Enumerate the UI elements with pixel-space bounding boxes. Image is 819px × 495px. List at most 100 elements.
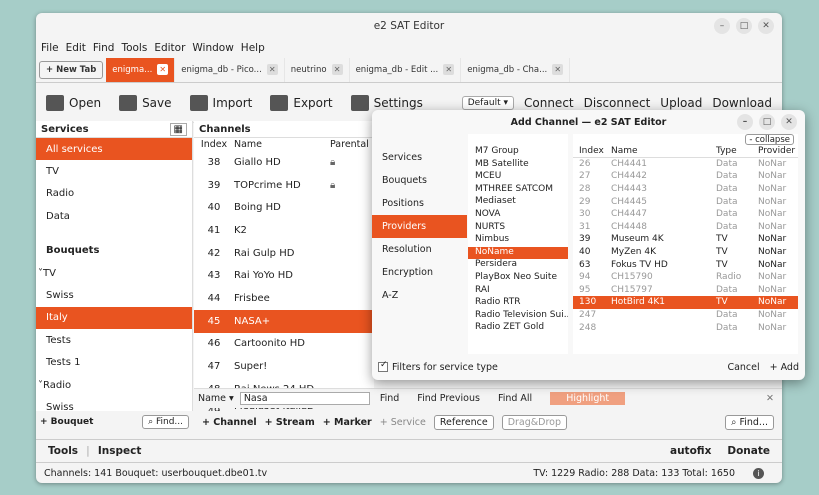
dialog-nav-item[interactable]: Encryption [372, 261, 467, 284]
dialog-channel-row[interactable]: 28 CH4443 Data NoNar [573, 183, 798, 196]
channel-row[interactable]: 47 Super! [194, 355, 374, 378]
col-index[interactable]: Index [194, 139, 234, 150]
new-tab-button[interactable]: + New Tab [39, 60, 104, 79]
service-item[interactable]: All services [36, 138, 192, 161]
menu-file[interactable]: File [41, 42, 59, 54]
dialog-channel-row[interactable]: 95 CH15797 Data NoNar [573, 284, 798, 297]
col-provider[interactable]: Provider [758, 146, 796, 156]
info-icon[interactable]: i [753, 467, 764, 479]
dialog-channel-row[interactable]: 248 Data NoNar [573, 321, 798, 334]
dialog-nav-item[interactable]: Services [372, 146, 467, 169]
col-parental[interactable]: Parental [330, 139, 369, 150]
filter-checkbox[interactable]: ✓ [378, 360, 388, 372]
menu-window[interactable]: Window [192, 42, 233, 54]
bouquet-item[interactable]: Tests 1 [36, 352, 192, 374]
dialog-channel-row[interactable]: 247 Data NoNar [573, 309, 798, 322]
channel-row[interactable]: 42 Rai Gulp HD [194, 242, 374, 265]
col-index[interactable]: Index [573, 146, 611, 156]
close-icon[interactable]: ✕ [331, 64, 343, 75]
close-icon[interactable]: ✕ [552, 64, 564, 75]
channel-find-button[interactable]: ⌕ Find... [725, 414, 774, 430]
find-previous-button[interactable]: Find Previous [417, 393, 480, 404]
provider-item[interactable]: PlayBox Neo Suite [468, 272, 568, 285]
save-button[interactable]: Save [119, 94, 172, 111]
dialog-channel-row[interactable]: 39 Museum 4K TV NoNar [573, 233, 798, 246]
service-item[interactable]: TV [36, 160, 192, 182]
find-button[interactable]: Find [380, 393, 399, 404]
profile-select[interactable]: Default ▾ [461, 95, 514, 110]
dialog-nav-item[interactable]: Resolution [372, 238, 467, 261]
channel-row[interactable]: 43 Rai YoYo HD [194, 264, 374, 287]
channel-row[interactable]: 39 TOPcrime HD 🔒︎ [194, 174, 374, 197]
dialog-nav-item[interactable]: Providers [372, 215, 467, 238]
dialog-channel-row[interactable]: 40 MyZen 4K TV NoNar [573, 246, 798, 259]
dialog-channel-row[interactable]: 130 HotBird 4K1 TV NoNar [573, 296, 798, 309]
channel-row[interactable]: 41 K2 [194, 219, 374, 242]
bouquet-item[interactable]: Tests [36, 329, 192, 351]
close-icon[interactable]: ✕ [443, 64, 455, 75]
service-item[interactable]: Data [36, 205, 192, 227]
tools-button[interactable]: Tools [48, 445, 78, 457]
add-button[interactable]: + Add [770, 362, 799, 373]
provider-item[interactable]: Persidera [468, 259, 568, 272]
provider-item[interactable]: M7 Group [468, 146, 568, 159]
close-button[interactable]: ✕ [758, 18, 774, 34]
tab-enigma[interactable]: enigma... ✕ [106, 57, 176, 82]
bouquet-group-tv[interactable]: ˅ TV [36, 262, 192, 284]
channel-row[interactable]: 40 Boing HD [194, 196, 374, 219]
provider-item[interactable]: MTHREE SATCOM [468, 184, 568, 197]
menu-edit[interactable]: Edit [66, 42, 86, 54]
dialog-channel-row[interactable]: 30 CH4447 Data NoNar [573, 208, 798, 221]
inspect-button[interactable]: Inspect [98, 445, 142, 457]
add-marker-button[interactable]: + Marker [323, 417, 372, 428]
connect-button[interactable]: Connect [524, 96, 574, 110]
provider-item[interactable]: MB Satellite [468, 159, 568, 172]
dialog-nav-item[interactable]: A-Z [372, 284, 467, 307]
channel-row[interactable]: 38 Giallo HD 🔒︎ [194, 151, 374, 174]
provider-item[interactable]: NURTS [468, 222, 568, 235]
dialog-channel-row[interactable]: 94 CH15790 Radio NoNar [573, 271, 798, 284]
add-stream-button[interactable]: + Stream [265, 417, 315, 428]
close-icon[interactable]: ✕ [157, 64, 169, 75]
upload-button[interactable]: Upload [660, 96, 702, 110]
provider-item[interactable]: Nimbus [468, 234, 568, 247]
tab-edit[interactable]: enigma_db - Edit ... ✕ [350, 57, 462, 82]
provider-item[interactable]: Radio Television Sui... [468, 310, 568, 323]
download-button[interactable]: Download [712, 96, 772, 110]
export-button[interactable]: Export [270, 94, 333, 111]
col-type[interactable]: Type [716, 146, 758, 156]
channel-row[interactable]: 45 NASA+ [194, 309, 374, 333]
menu-tools[interactable]: Tools [121, 42, 147, 54]
service-item[interactable]: Radio [36, 183, 192, 205]
dialog-channel-row[interactable]: 63 Fokus TV HD TV NoNar [573, 258, 798, 271]
add-bouquet-button[interactable]: + Bouquet [40, 417, 93, 427]
bouquet-item[interactable]: Swiss [36, 284, 192, 306]
add-service-button[interactable]: + Service [380, 417, 426, 428]
autofix-button[interactable]: autofix [670, 445, 711, 457]
provider-item[interactable]: NOVA [468, 209, 568, 222]
donate-button[interactable]: Donate [727, 445, 770, 457]
col-name[interactable]: Name [611, 146, 716, 156]
dialog-nav-item[interactable]: Bouquets [372, 169, 467, 192]
view-toggle-icon[interactable]: ▦ [169, 122, 187, 136]
settings-button[interactable]: Settings [350, 94, 423, 111]
provider-item[interactable]: Radio ZET Gold [468, 322, 568, 335]
channel-row[interactable]: 44 Frisbee [194, 287, 374, 310]
dialog-channel-row[interactable]: 27 CH4442 Data NoNar [573, 170, 798, 183]
collapse-button[interactable]: - collapse [745, 134, 794, 145]
close-find-icon[interactable]: ✕ [766, 393, 774, 404]
dialog-maximize-button[interactable]: □ [759, 114, 775, 130]
bouquet-group-radio[interactable]: ˅ Radio [36, 374, 192, 396]
dialog-channel-row[interactable]: 26 CH4441 Data NoNar [573, 158, 798, 171]
highlight-button[interactable]: Highlight [550, 392, 626, 405]
menu-help[interactable]: Help [241, 42, 265, 54]
tab-neutrino[interactable]: neutrino ✕ [285, 57, 350, 82]
provider-item[interactable]: RAI [468, 285, 568, 298]
disconnect-button[interactable]: Disconnect [584, 96, 651, 110]
provider-item[interactable]: NoName [468, 246, 568, 260]
dialog-minimize-button[interactable]: – [737, 114, 753, 130]
find-all-button[interactable]: Find All [498, 393, 532, 404]
find-field-select[interactable]: Name ▾ [198, 393, 234, 404]
find-input[interactable]: Nasa [239, 392, 370, 405]
menu-editor[interactable]: Editor [154, 42, 185, 54]
